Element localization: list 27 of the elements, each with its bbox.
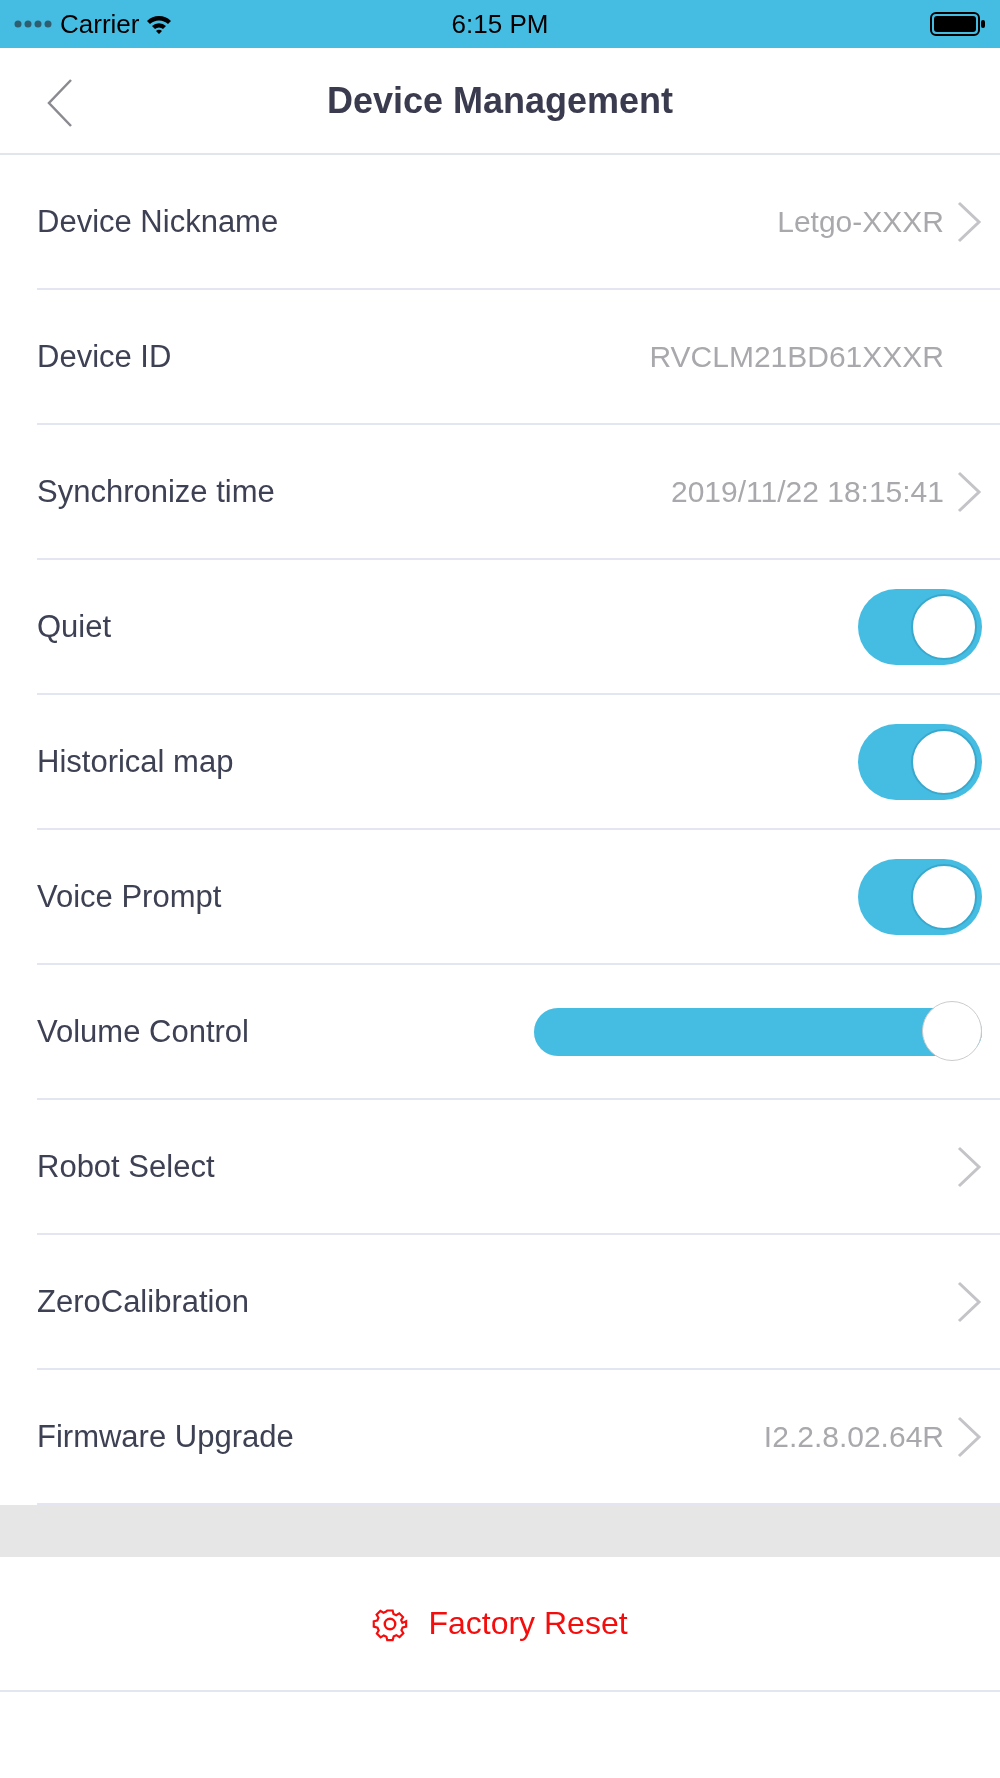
clock-time: 6:15 PM [451, 8, 549, 39]
chevron-icon [956, 199, 982, 244]
volume-slider[interactable] [534, 1000, 982, 1063]
chevron-icon [956, 1144, 982, 1189]
row-value: 2019/11/22 18:15:41 [670, 474, 944, 509]
row-label: Voice Prompt [37, 878, 223, 915]
row-value: RVCLM21BD61XXXR [649, 339, 944, 374]
row-label[interactable]: Synchronize time [37, 473, 671, 510]
row-label[interactable]: Robot Select [37, 1148, 956, 1185]
signal-icon [14, 20, 54, 28]
row-label: Volume Control [37, 1013, 250, 1050]
carrier-name: Carrier [60, 8, 140, 40]
battery-icon [930, 12, 986, 36]
row-label[interactable]: Device Nickname [37, 203, 778, 240]
chevron-icon [956, 469, 982, 514]
chevron-icon [956, 1414, 982, 1459]
row-value: Letgo-XXXR [777, 204, 944, 239]
row-label: Quiet [37, 608, 113, 645]
row-label[interactable]: Firmware Upgrade [37, 1418, 764, 1455]
row-label: Historical map [37, 743, 235, 780]
row-label: Device ID [37, 338, 173, 375]
page-title: Device Management [326, 79, 674, 122]
chevron-icon [956, 1279, 982, 1324]
row-label[interactable]: ZeroCalibration [37, 1283, 956, 1320]
row-value: I2.2.8.02.64R [763, 1419, 944, 1454]
wifi-icon [145, 13, 174, 35]
factory-reset-button[interactable]: Factory Reset [372, 1605, 628, 1642]
